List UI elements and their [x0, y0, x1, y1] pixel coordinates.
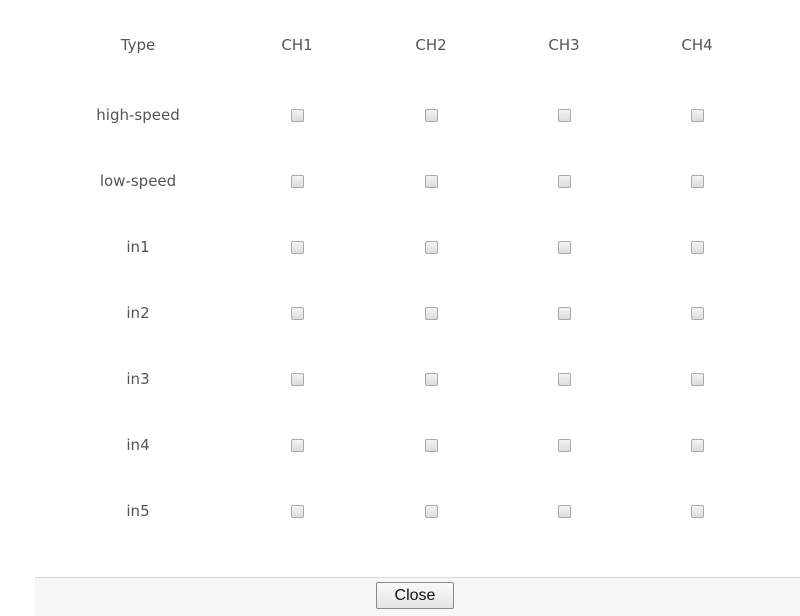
row-label-cell: in1 — [88, 214, 188, 280]
channel-type-matrix: Type CH1 CH2 CH3 CH4 high-speed low-speed… — [35, 0, 800, 577]
channel-checkbox[interactable] — [424, 438, 438, 452]
checkbox-cell — [247, 478, 347, 544]
checkbox-cell — [647, 346, 747, 412]
channel-checkbox[interactable] — [290, 438, 304, 452]
channel-checkbox[interactable] — [557, 372, 571, 386]
channel-checkbox[interactable] — [690, 306, 704, 320]
ch4-column-header: CH4 — [681, 36, 713, 54]
channel-checkbox[interactable] — [290, 306, 304, 320]
checkbox-cell — [381, 346, 481, 412]
type-header-cell: Type — [88, 12, 188, 78]
channel-checkbox[interactable] — [690, 504, 704, 518]
checkbox-cell — [381, 82, 481, 148]
row-label-cell: in2 — [88, 280, 188, 346]
channel-checkbox[interactable] — [557, 240, 571, 254]
ch1-header-cell: CH1 — [247, 12, 347, 78]
row-label-cell: in5 — [88, 478, 188, 544]
checkbox-cell — [247, 148, 347, 214]
table-row: low-speed — [35, 148, 800, 214]
channel-checkbox[interactable] — [557, 438, 571, 452]
channel-checkbox[interactable] — [290, 372, 304, 386]
table-row: in3 — [35, 346, 800, 412]
ch1-column-header: CH1 — [281, 36, 313, 54]
checkbox-cell — [247, 346, 347, 412]
row-label-cell: in3 — [88, 346, 188, 412]
channel-checkbox[interactable] — [290, 174, 304, 188]
row-label-cell: high-speed — [88, 82, 188, 148]
checkbox-cell — [381, 478, 481, 544]
checkbox-cell — [647, 280, 747, 346]
row-label: in2 — [126, 304, 150, 322]
checkbox-cell — [647, 148, 747, 214]
channel-checkbox[interactable] — [424, 174, 438, 188]
checkbox-cell — [514, 412, 614, 478]
header-row: Type CH1 CH2 CH3 CH4 — [35, 12, 800, 78]
checkbox-cell — [647, 412, 747, 478]
channel-checkbox[interactable] — [557, 174, 571, 188]
channel-checkbox[interactable] — [690, 438, 704, 452]
table-row: in1 — [35, 214, 800, 280]
checkbox-cell — [514, 82, 614, 148]
checkbox-cell — [514, 148, 614, 214]
channel-checkbox[interactable] — [690, 174, 704, 188]
channel-checkbox[interactable] — [424, 504, 438, 518]
ch3-header-cell: CH3 — [514, 12, 614, 78]
checkbox-cell — [514, 280, 614, 346]
channel-type-dialog: Type CH1 CH2 CH3 CH4 high-speed low-speed… — [35, 0, 800, 616]
checkbox-cell — [247, 214, 347, 280]
table-row: in5 — [35, 478, 800, 544]
checkbox-cell — [247, 82, 347, 148]
checkbox-cell — [647, 214, 747, 280]
row-label-cell: in4 — [88, 412, 188, 478]
checkbox-cell — [381, 214, 481, 280]
channel-checkbox[interactable] — [557, 504, 571, 518]
checkbox-cell — [381, 280, 481, 346]
channel-checkbox[interactable] — [290, 240, 304, 254]
table-row: in4 — [35, 412, 800, 478]
channel-checkbox[interactable] — [290, 108, 304, 122]
channel-checkbox[interactable] — [557, 108, 571, 122]
checkbox-cell — [514, 214, 614, 280]
channel-checkbox[interactable] — [690, 108, 704, 122]
channel-checkbox[interactable] — [424, 108, 438, 122]
row-label: low-speed — [99, 172, 177, 190]
channel-checkbox[interactable] — [424, 306, 438, 320]
row-label-cell: low-speed — [88, 148, 188, 214]
checkbox-cell — [381, 412, 481, 478]
type-column-header: Type — [120, 36, 156, 54]
channel-checkbox[interactable] — [690, 372, 704, 386]
checkbox-cell — [247, 280, 347, 346]
table-row: in2 — [35, 280, 800, 346]
channel-checkbox[interactable] — [290, 504, 304, 518]
channel-checkbox[interactable] — [424, 240, 438, 254]
checkbox-cell — [514, 346, 614, 412]
ch3-column-header: CH3 — [548, 36, 580, 54]
ch2-header-cell: CH2 — [381, 12, 481, 78]
close-button[interactable]: Close — [376, 582, 454, 609]
checkbox-cell — [647, 82, 747, 148]
row-label: in4 — [126, 436, 150, 454]
row-label: in5 — [126, 502, 150, 520]
channel-checkbox[interactable] — [424, 372, 438, 386]
checkbox-cell — [647, 478, 747, 544]
ch4-header-cell: CH4 — [647, 12, 747, 78]
row-label: in3 — [126, 370, 150, 388]
checkbox-cell — [247, 412, 347, 478]
row-label: high-speed — [96, 106, 180, 124]
channel-checkbox[interactable] — [557, 306, 571, 320]
checkbox-cell — [381, 148, 481, 214]
channel-checkbox[interactable] — [690, 240, 704, 254]
ch2-column-header: CH2 — [415, 36, 447, 54]
row-label: in1 — [126, 238, 150, 256]
dialog-footer: Close — [35, 577, 800, 616]
checkbox-cell — [514, 478, 614, 544]
table-row: high-speed — [35, 82, 800, 148]
